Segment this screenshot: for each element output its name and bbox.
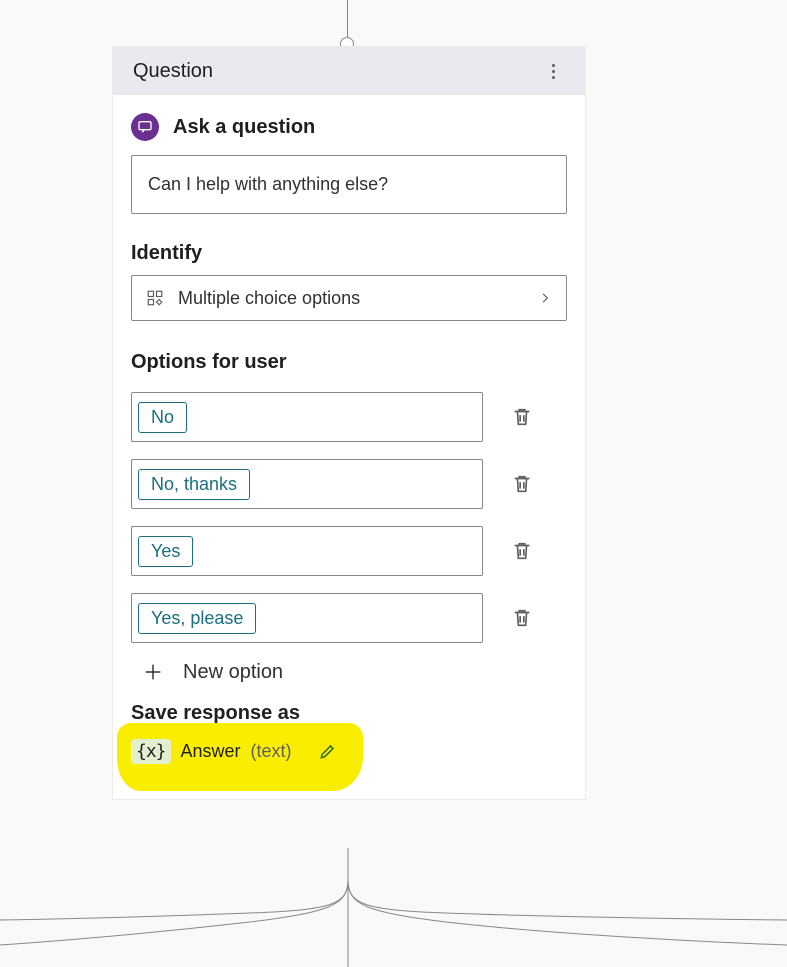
chevron-right-icon xyxy=(538,291,552,305)
variable-type: (text) xyxy=(251,741,292,762)
option-input[interactable]: No, thanks xyxy=(131,459,483,509)
save-response-label: Save response as xyxy=(131,702,567,725)
identify-value: Multiple choice options xyxy=(178,288,360,309)
option-row: Yes xyxy=(131,526,567,576)
new-option-label: New option xyxy=(183,661,283,684)
delete-option-button[interactable] xyxy=(511,406,533,428)
option-input[interactable]: Yes, please xyxy=(131,593,483,643)
question-node-card[interactable]: Question Ask a question Can I help with … xyxy=(112,46,586,800)
new-option-button[interactable]: New option xyxy=(141,660,567,684)
ask-question-heading: Ask a question xyxy=(131,113,567,141)
option-input[interactable]: Yes xyxy=(131,526,483,576)
card-title: Question xyxy=(133,60,213,83)
ask-question-label: Ask a question xyxy=(173,116,315,139)
option-chip[interactable]: Yes xyxy=(138,536,193,567)
option-chip[interactable]: No, thanks xyxy=(138,469,250,500)
option-row: Yes, please xyxy=(131,593,567,643)
message-icon xyxy=(131,113,159,141)
save-response-variable[interactable]: {x} Answer (text) xyxy=(125,731,567,777)
options-label: Options for user xyxy=(131,351,567,374)
variable-name: Answer xyxy=(181,741,241,762)
grid-icon xyxy=(146,289,164,307)
delete-option-button[interactable] xyxy=(511,473,533,495)
option-row: No xyxy=(131,392,567,442)
authoring-canvas: Question Ask a question Can I help with … xyxy=(0,0,787,967)
card-header: Question xyxy=(113,47,585,95)
option-input[interactable]: No xyxy=(131,392,483,442)
variable-icon: {x} xyxy=(131,739,171,764)
option-chip[interactable]: No xyxy=(138,402,187,433)
more-actions-button[interactable] xyxy=(537,55,569,87)
edit-variable-icon[interactable] xyxy=(318,741,338,761)
card-body: Ask a question Can I help with anything … xyxy=(113,95,585,799)
question-text-input[interactable]: Can I help with anything else? xyxy=(131,155,567,214)
option-row: No, thanks xyxy=(131,459,567,509)
identify-entity-picker[interactable]: Multiple choice options xyxy=(131,275,567,321)
delete-option-button[interactable] xyxy=(511,607,533,629)
delete-option-button[interactable] xyxy=(511,540,533,562)
plus-icon xyxy=(141,660,165,684)
identify-label: Identify xyxy=(131,242,567,265)
option-chip[interactable]: Yes, please xyxy=(138,603,256,634)
